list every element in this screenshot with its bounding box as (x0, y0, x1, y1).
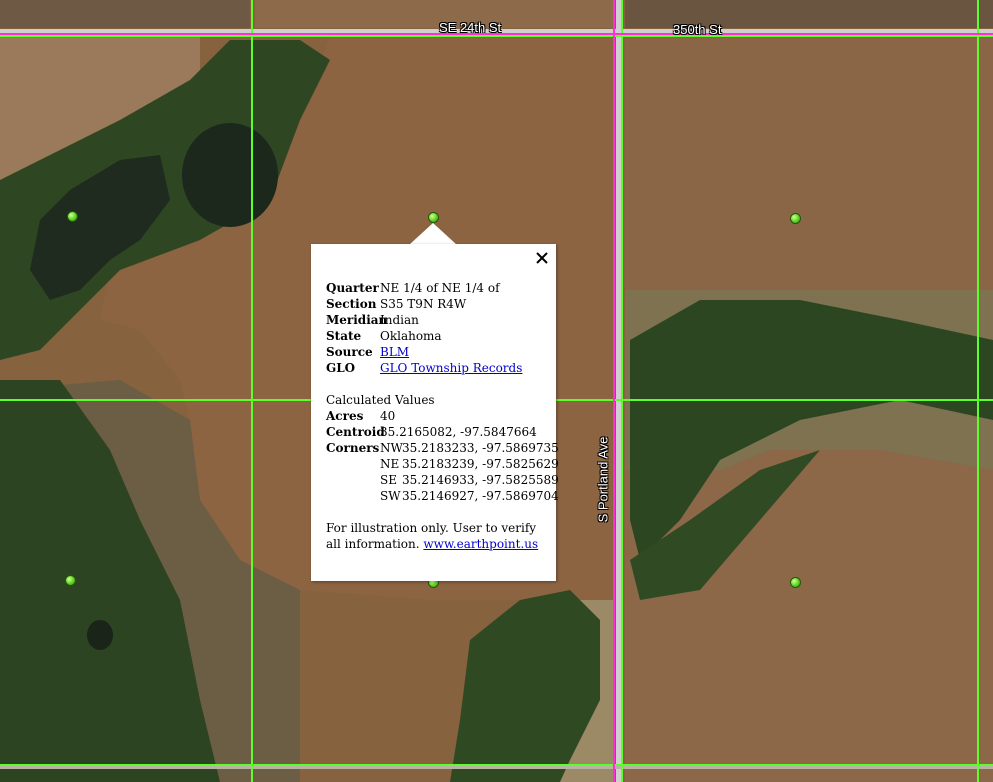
row-source: Source BLM (326, 345, 410, 359)
row-glo: GLO GLO Township Records (326, 361, 523, 375)
glo-township-records-link[interactable]: GLO Township Records (380, 361, 522, 375)
field-top-middle (255, 0, 615, 28)
row-acres: Acres 40 (326, 409, 396, 423)
balloon-content: Quarter NE 1/4 of NE 1/4 of Section S35 … (326, 280, 559, 552)
balloon-pointer (409, 223, 457, 245)
earthpoint-link[interactable]: www.earthpoint.us (423, 537, 538, 551)
row-state: State Oklahoma (326, 329, 442, 343)
road-label-350th-st: 350th St (673, 22, 722, 37)
placemark-marker[interactable] (67, 211, 78, 222)
field-northeast (625, 36, 993, 291)
row-corner-se: SE 35.2146933, -97.5825589 (380, 473, 559, 487)
row-corner-nw: Corners NW 35.2183233, -97.5869735 (326, 441, 559, 455)
placemark-marker[interactable] (428, 212, 439, 223)
field-top-left (0, 0, 250, 28)
disclaimer-text: For illustration only. User to verify al… (326, 521, 539, 551)
placemark-marker[interactable] (65, 575, 76, 586)
calculated-values-heading: Calculated Values (326, 393, 435, 407)
pond-north (182, 123, 278, 227)
road-label-se-24th-st: SE 24th St (439, 20, 502, 35)
close-icon[interactable] (531, 247, 553, 269)
road-label-s-portland-ave: S Portland Ave (595, 436, 611, 523)
row-quarter: Quarter NE 1/4 of NE 1/4 of (326, 281, 500, 295)
row-meridian: Meridian Indian (326, 313, 419, 327)
pond-southwest (87, 620, 113, 650)
blm-link[interactable]: BLM (380, 345, 409, 359)
row-section: Section S35 T9N R4W (326, 297, 467, 311)
row-corner-ne: NE 35.2183239, -97.5825629 (380, 457, 559, 471)
info-balloon: Quarter NE 1/4 of NE 1/4 of Section S35 … (311, 244, 559, 581)
placemark-marker[interactable] (790, 213, 801, 224)
row-centroid: Centroid 35.2165082, -97.5847664 (326, 425, 537, 439)
row-corner-sw: SW 35.2146927, -97.5869704 (380, 489, 559, 503)
placemark-marker[interactable] (790, 577, 801, 588)
